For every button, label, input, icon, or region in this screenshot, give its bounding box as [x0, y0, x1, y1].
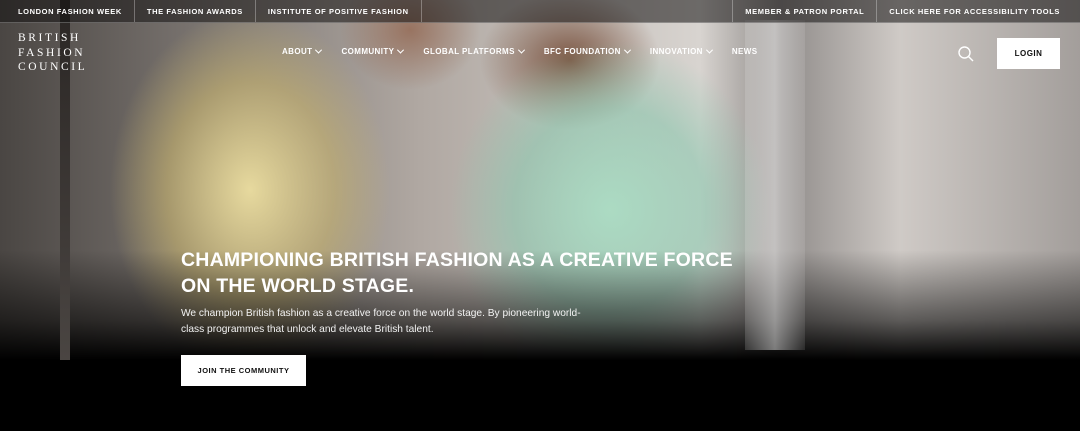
main-nav: ABOUT COMMUNITY GLOBAL PLATFORMS BFC FOU… [282, 46, 758, 56]
search-icon[interactable] [957, 45, 975, 63]
logo-line-3: COUNCIL [18, 61, 88, 73]
login-button[interactable]: LOGIN [997, 38, 1060, 69]
nav-item-label: NEWS [731, 47, 758, 56]
link-london-fashion-week[interactable]: LONDON FASHION WEEK [0, 0, 135, 22]
nav-item-label: ABOUT [282, 47, 313, 56]
chevron-down-icon [623, 46, 631, 54]
hero-title: CHAMPIONING BRITISH FASHION AS A CREATIV… [181, 249, 733, 297]
nav-item-label: BFC FOUNDATION [543, 47, 621, 56]
nav-item-label: GLOBAL PLATFORMS [423, 47, 515, 56]
nav-item-global-platforms[interactable]: GLOBAL PLATFORMS [423, 46, 525, 56]
hero-image [0, 0, 1080, 431]
link-institute-positive-fashion[interactable]: INSTITUTE OF POSITIVE FASHION [256, 0, 422, 22]
nav-item-label: COMMUNITY [341, 47, 395, 56]
chevron-down-icon [315, 46, 323, 54]
nav-item-bfc-foundation[interactable]: BFC FOUNDATION [543, 46, 631, 56]
nav-item-community[interactable]: COMMUNITY [341, 46, 405, 56]
join-community-button[interactable]: JOIN THE COMMUNITY [181, 355, 306, 386]
chevron-down-icon [705, 46, 713, 54]
utility-links-right: MEMBER & PATRON PORTAL CLICK HERE FOR AC… [732, 0, 1080, 22]
nav-item-innovation[interactable]: INNOVATION [649, 46, 713, 56]
utility-links-left: LONDON FASHION WEEK THE FASHION AWARDS I… [0, 0, 422, 22]
nav-item-about[interactable]: ABOUT [282, 46, 323, 56]
link-accessibility-tools[interactable]: CLICK HERE FOR ACCESSIBILITY TOOLS [876, 0, 1080, 22]
nav-item-label: INNOVATION [649, 47, 703, 56]
nav-item-news[interactable]: NEWS [732, 47, 758, 56]
bfc-logo[interactable]: BRITISH FASHION COUNCIL [18, 31, 87, 75]
chevron-down-icon [397, 46, 405, 54]
link-fashion-awards[interactable]: THE FASHION AWARDS [135, 0, 256, 22]
link-member-patron-portal[interactable]: MEMBER & PATRON PORTAL [732, 0, 876, 22]
logo-line-2: FASHION [18, 46, 86, 59]
logo-line-1: BRITISH [18, 32, 81, 44]
utility-bar: LONDON FASHION WEEK THE FASHION AWARDS I… [0, 0, 1080, 23]
chevron-down-icon [517, 46, 525, 54]
hero-description: We champion British fashion as a creativ… [181, 308, 581, 335]
